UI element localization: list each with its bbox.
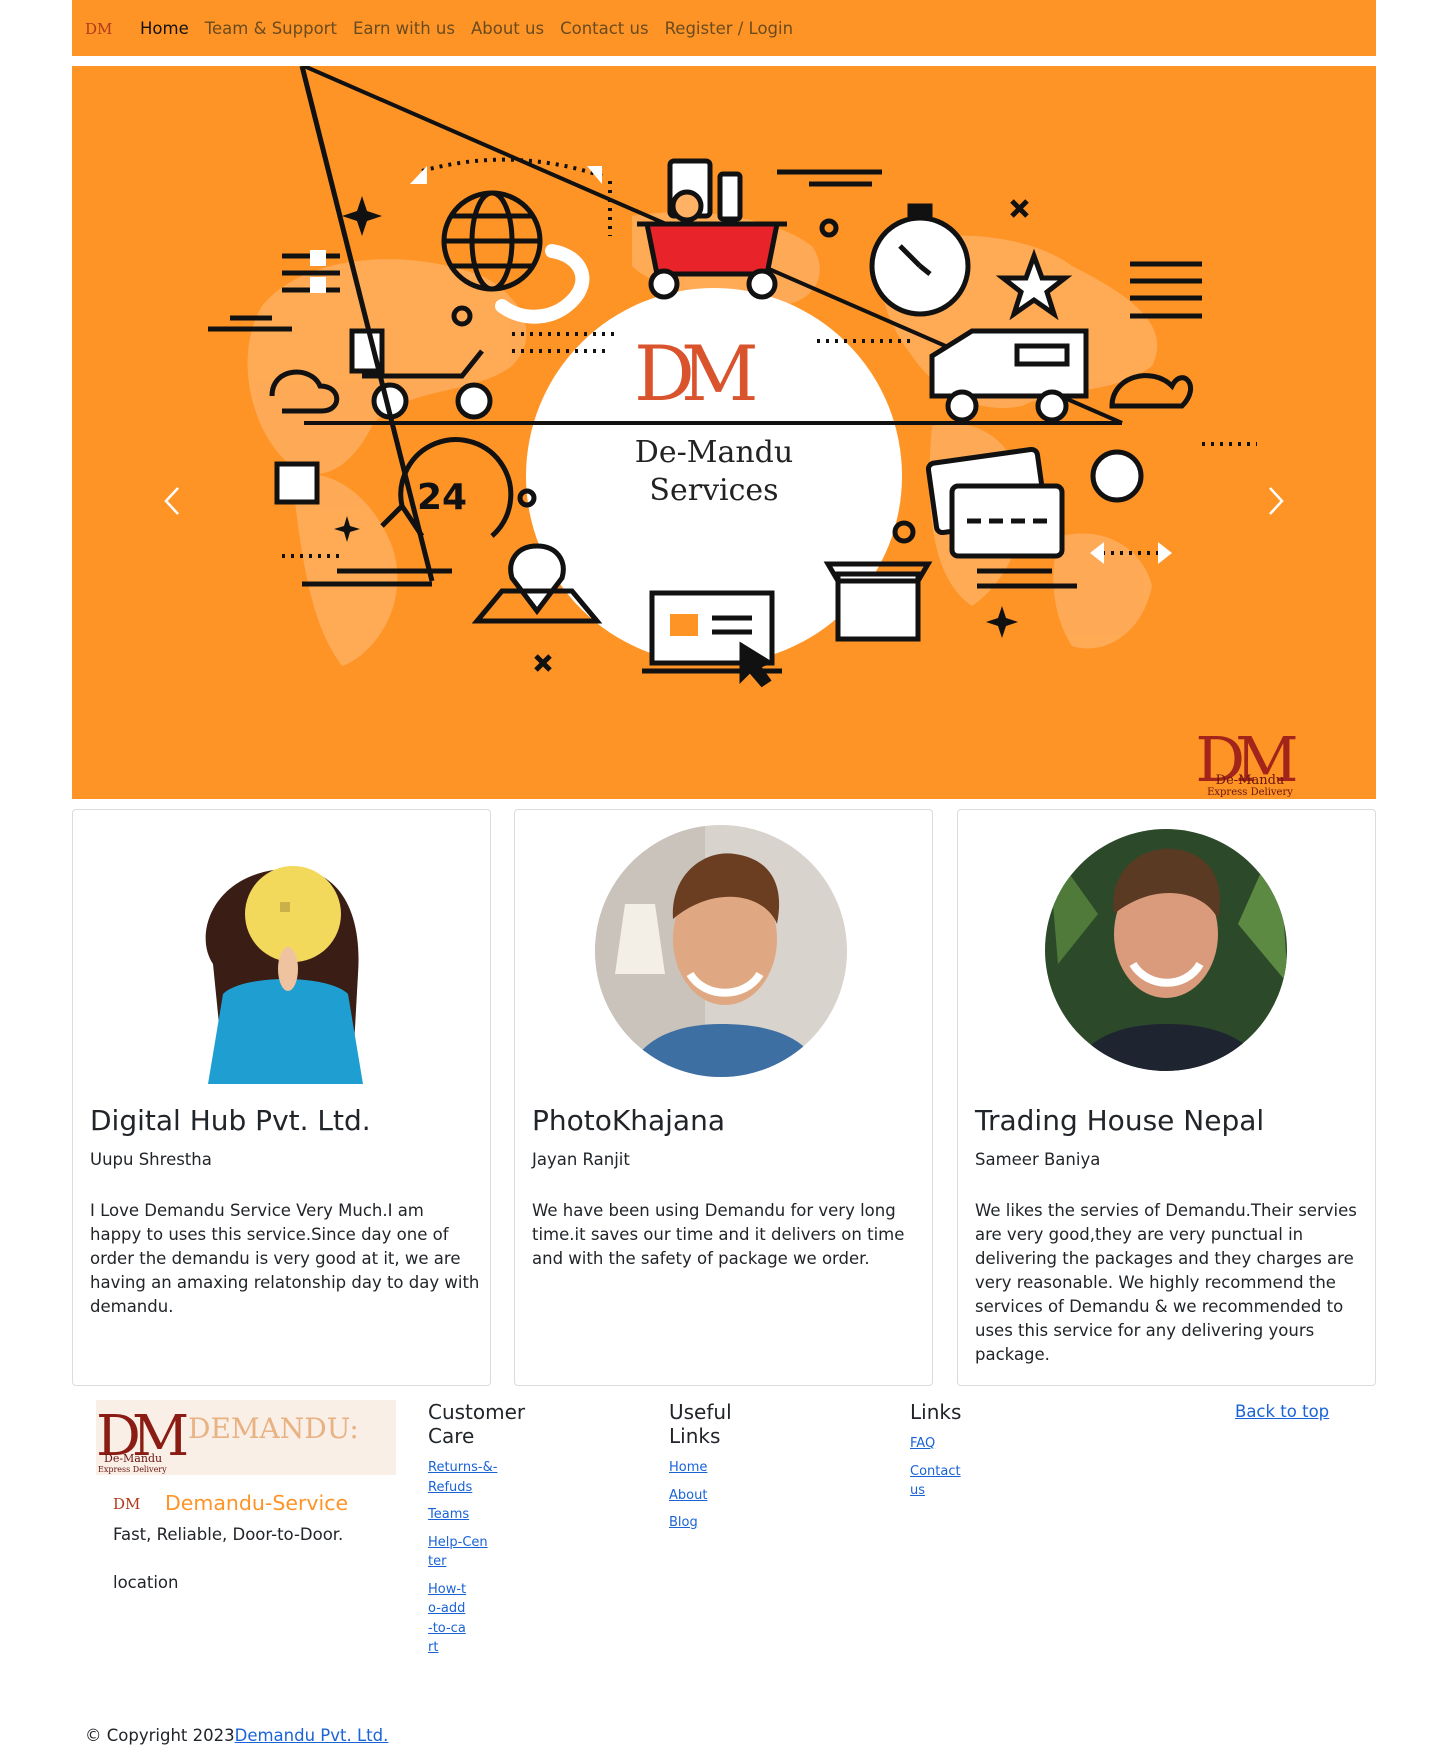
nav-earn-with-us[interactable]: Earn with us xyxy=(353,19,455,38)
testimonial-card: Trading House Nepal Sameer Baniya We lik… xyxy=(957,809,1376,1386)
testimonial-photo xyxy=(205,866,363,1084)
footer-customer-care: Customer Care Returns-&-Refuds Teams Help… xyxy=(428,1400,538,1658)
back-to-top-link[interactable]: Back to top xyxy=(1235,1402,1329,1421)
dm-logo-icon: DM xyxy=(85,20,112,37)
copyright: © Copyright 2023Demandu Pvt. Ltd. xyxy=(85,1726,389,1745)
customer-care-heading: Customer Care xyxy=(428,1400,526,1448)
footer-brand: DM Demandu-Service xyxy=(113,1491,348,1515)
nav-contact-us[interactable]: Contact us xyxy=(560,19,649,38)
link-about[interactable]: About xyxy=(669,1486,779,1506)
carousel-prev-button[interactable] xyxy=(152,466,192,536)
testimonial-person: Jayan Ranjit xyxy=(532,1150,630,1169)
nav-team-support[interactable]: Team & Support xyxy=(205,19,337,38)
testimonial-quote: I Love Demandu Service Very Much.I am ha… xyxy=(90,1201,480,1316)
dm-logo-icon: DM xyxy=(113,1495,140,1512)
testimonial-cards: Digital Hub Pvt. Ltd. Uupu Shrestha I Lo… xyxy=(72,809,1376,1387)
link-how-to-add-to-cart[interactable]: How-to-add-to-cart xyxy=(428,1580,468,1658)
svg-text:Express Delivery: Express Delivery xyxy=(1207,787,1293,798)
hero-title-line1: De-Mandu xyxy=(635,435,793,470)
testimonial-person: Sameer Baniya xyxy=(975,1150,1101,1169)
site-footer: DM DEMANDU: De-Mandu Express Delivery DM… xyxy=(72,1398,1376,1758)
testimonial-person: Uupu Shrestha xyxy=(90,1150,212,1169)
link-home[interactable]: Home xyxy=(669,1458,779,1478)
link-teams[interactable]: Teams xyxy=(428,1505,538,1525)
svg-text:DM: DM xyxy=(113,1495,140,1512)
footer-tagline: Fast, Reliable, Door-to-Door. xyxy=(113,1525,344,1544)
testimonial-quote: We have been using Demandu for very long… xyxy=(532,1201,905,1268)
testimonial-photo xyxy=(1045,829,1287,1071)
hero-carousel: DM De-Mandu Services 24 DM De-Mandu Expr… xyxy=(72,66,1376,799)
hero-dm-logo: DM xyxy=(634,329,769,418)
hero-title-line2: Services xyxy=(649,473,778,508)
testimonial-company: PhotoKhajana xyxy=(532,1104,725,1137)
corner-dm-logo: DM De-Mandu Express Delivery xyxy=(1195,723,1306,798)
footer-brand-name: Demandu-Service xyxy=(165,1491,349,1515)
link-faq[interactable]: FAQ xyxy=(910,1434,1020,1454)
svg-text:De-Mandu: De-Mandu xyxy=(1216,773,1285,788)
testimonial-card: Digital Hub Pvt. Ltd. Uupu Shrestha I Lo… xyxy=(72,809,491,1386)
chevron-right-icon xyxy=(1269,487,1284,515)
link-blog[interactable]: Blog xyxy=(669,1513,779,1533)
testimonial-company: Trading House Nepal xyxy=(975,1104,1265,1137)
chevron-left-icon xyxy=(164,487,179,515)
testimonial-quote: We likes the servies of Demandu.Their se… xyxy=(975,1201,1357,1364)
link-contact-us[interactable]: Contact us xyxy=(910,1462,965,1501)
pie-icon xyxy=(1090,449,1144,503)
top-navbar: DM Home Team & Support Earn with us Abou… xyxy=(72,0,1376,56)
stopwatch-icon xyxy=(869,203,971,317)
link-help-center[interactable]: Help-Center xyxy=(428,1533,488,1572)
footer-links: Links FAQ Contact us xyxy=(910,1400,1020,1501)
testimonial-company: Digital Hub Pvt. Ltd. xyxy=(90,1104,371,1137)
svg-text:DM: DM xyxy=(85,20,112,37)
footer-location: location xyxy=(113,1573,179,1592)
links-heading: Links xyxy=(910,1400,962,1424)
carousel-next-button[interactable] xyxy=(1256,466,1296,536)
svg-text:De-Mandu: De-Mandu xyxy=(104,1452,162,1465)
delivery-illustration: DM De-Mandu Services 24 DM De-Mandu Expr… xyxy=(208,66,1306,798)
company-link[interactable]: Demandu Pvt. Ltd. xyxy=(235,1726,389,1745)
svg-text:Express Delivery: Express Delivery xyxy=(98,1465,167,1474)
testimonial-card: PhotoKhajana Jayan Ranjit We have been u… xyxy=(514,809,933,1386)
svg-text:DEMANDU:: DEMANDU: xyxy=(188,1412,359,1445)
nav-about-us[interactable]: About us xyxy=(471,19,544,38)
link-returns-refunds[interactable]: Returns-&-Refuds xyxy=(428,1458,498,1497)
testimonial-photo xyxy=(595,825,847,1077)
nav-register-login[interactable]: Register / Login xyxy=(665,19,794,38)
24-hour-label: 24 xyxy=(417,477,467,518)
svg-text:DM: DM xyxy=(634,329,755,418)
footer-useful-links: Useful Links Home About Blog xyxy=(669,1400,779,1533)
footer-logo: DM DEMANDU: De-Mandu Express Delivery xyxy=(96,1400,396,1475)
brand-logo[interactable]: DM xyxy=(84,19,114,37)
useful-links-heading: Useful Links xyxy=(669,1400,732,1448)
globe-icon xyxy=(441,190,543,292)
nav-home[interactable]: Home xyxy=(140,19,189,38)
laptop-icon xyxy=(642,590,782,688)
